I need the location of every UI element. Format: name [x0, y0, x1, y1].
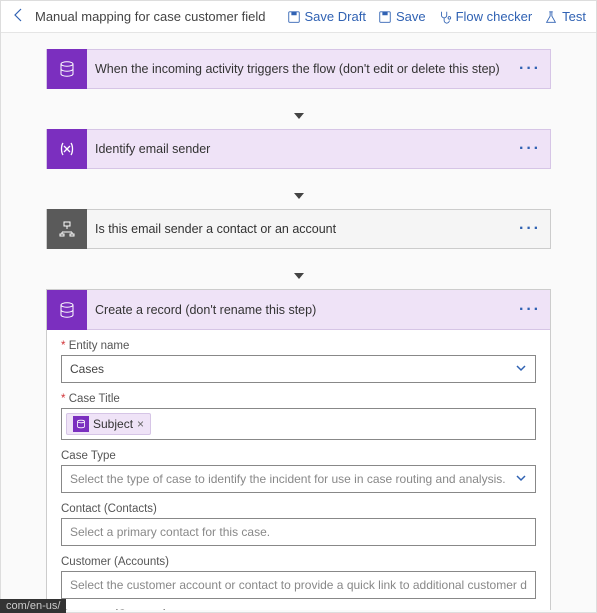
save-draft-button[interactable]: Save Draft: [287, 9, 366, 24]
subject-token[interactable]: Subject ×: [66, 413, 151, 435]
entity-name-select[interactable]: Cases: [61, 355, 536, 383]
page-title: Manual mapping for case customer field: [35, 9, 275, 24]
back-icon[interactable]: [11, 7, 27, 26]
arrow-3: [46, 255, 551, 283]
contact-label: Contact (Contacts): [61, 503, 536, 515]
arrow-2: [46, 175, 551, 203]
entity-name-label: * Entity name: [61, 340, 536, 352]
step-condition-menu[interactable]: ···: [510, 220, 550, 238]
case-type-label: Case Type: [61, 450, 536, 462]
customer-accounts-label: Customer (Accounts): [61, 556, 536, 568]
save-draft-icon: [287, 10, 301, 24]
step-identify-sender[interactable]: Identify email sender ···: [46, 129, 551, 169]
save-icon: [378, 10, 392, 24]
customer-contacts-label: Customer (Contacts): [61, 609, 536, 610]
step-condition-label: Is this email sender a contact or an acc…: [87, 222, 510, 236]
header-bar: Manual mapping for case customer field S…: [1, 1, 596, 33]
database-icon: [47, 290, 87, 330]
case-type-select[interactable]: Select the type of case to identify the …: [61, 465, 536, 493]
step-create-record: Create a record (don't rename this step)…: [46, 289, 551, 610]
variable-icon: [47, 129, 87, 169]
flask-icon: [544, 10, 558, 24]
arrow-1: [46, 95, 551, 123]
remove-token-icon[interactable]: ×: [137, 417, 144, 431]
step-trigger-label: When the incoming activity triggers the …: [87, 62, 510, 76]
flow-checker-button[interactable]: Flow checker: [438, 9, 533, 24]
status-hint: com/en-us/: [0, 599, 66, 613]
save-button[interactable]: Save: [378, 9, 426, 24]
case-title-input[interactable]: Subject ×: [61, 408, 536, 440]
condition-icon: [47, 209, 87, 249]
step-condition[interactable]: Is this email sender a contact or an acc…: [46, 209, 551, 249]
step-identify-menu[interactable]: ···: [510, 140, 550, 158]
chevron-down-icon: [515, 362, 527, 377]
stethoscope-icon: [438, 10, 452, 24]
step-create-record-header[interactable]: Create a record (don't rename this step)…: [47, 290, 550, 330]
step-trigger-menu[interactable]: ···: [510, 60, 550, 78]
step-trigger[interactable]: When the incoming activity triggers the …: [46, 49, 551, 89]
test-button[interactable]: Test: [544, 9, 586, 24]
card-body: * Entity name Cases * Case Title Subject…: [47, 330, 550, 610]
chevron-down-icon: [515, 472, 527, 487]
customer-accounts-input[interactable]: Select the customer account or contact t…: [61, 571, 536, 599]
database-icon: [47, 49, 87, 89]
flow-canvas: When the incoming activity triggers the …: [1, 33, 596, 610]
step-identify-label: Identify email sender: [87, 142, 510, 156]
step-create-record-title: Create a record (don't rename this step): [87, 303, 510, 317]
contact-input[interactable]: Select a primary contact for this case.: [61, 518, 536, 546]
step-create-record-menu[interactable]: ···: [510, 301, 550, 319]
case-title-label: * Case Title: [61, 393, 536, 405]
database-icon: [73, 416, 89, 432]
